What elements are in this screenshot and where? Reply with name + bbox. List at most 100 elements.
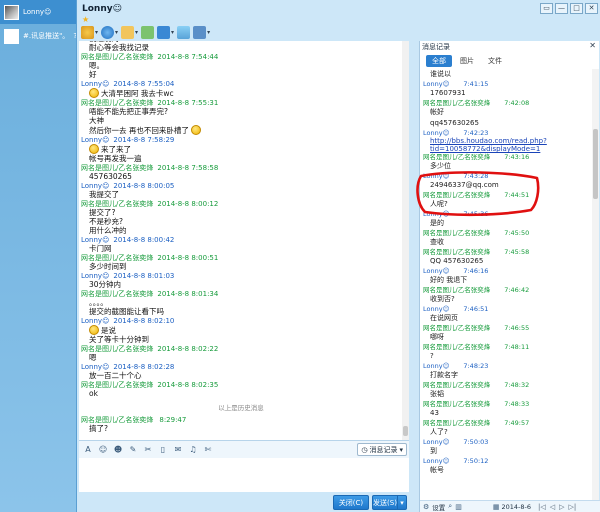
history-list[interactable]: 谁说以 Lonny☺ 7:41:15 17607931 网名是图儿/乙名张奕烽 7:42:…	[420, 69, 592, 500]
message-time: 7:45:50	[504, 229, 530, 237]
prev-page-button[interactable]: ◁	[550, 503, 555, 511]
more-button[interactable]: ▾	[193, 26, 210, 40]
search-icon[interactable]: ⌕	[448, 502, 452, 511]
message-line: 来了来了	[81, 144, 401, 154]
message-line: 是说	[81, 325, 401, 335]
history-text: 帐好	[430, 108, 444, 116]
message-text: 不是秒充?	[89, 217, 123, 226]
message-header: 网名是图儿/乙名张奕烽 8:29:47	[81, 416, 401, 424]
avatar	[4, 28, 19, 44]
maximize-button[interactable]: □	[570, 3, 583, 14]
photo-button[interactable]	[177, 26, 191, 40]
send-options-button[interactable]: ▾	[397, 495, 407, 510]
scroll-thumb[interactable]	[403, 426, 408, 436]
tab-files[interactable]: 文件	[482, 55, 508, 67]
message-text: 用什么冲的	[89, 226, 127, 235]
voice-call-button[interactable]: ▾	[81, 26, 98, 40]
last-page-button[interactable]: ▷|	[569, 503, 577, 511]
smiley-icon	[89, 325, 99, 335]
window-title: Lonny☺	[82, 4, 122, 14]
history-text: 多少位	[430, 162, 451, 170]
message-text: 好	[89, 70, 97, 79]
restore-button[interactable]: ▭	[540, 3, 553, 14]
message-line: 耐心等会我找记录	[81, 43, 401, 52]
message-header: 网名是图儿/乙名张奕烽 2014-8-8 7:54:44	[81, 53, 401, 61]
message-area[interactable]: 我越发的耐心等会我找记录网名是图儿/乙名张奕烽2014-8-8 7:54:44嗯…	[79, 41, 409, 440]
app-icon	[141, 26, 155, 39]
close-chat-button[interactable]: 关闭(C)	[333, 495, 369, 510]
message-header: 网名是图儿/乙名张奕烽 2014-8-8 7:58:58	[81, 164, 401, 172]
chat-message: 网名是图儿/乙名张奕烽 2014-8-8 8:02:22 嗯	[81, 345, 401, 362]
history-header: 网名是图儿/乙名张奕烽 7:48:11	[420, 343, 592, 351]
message-text: 放一百二十个心	[89, 371, 142, 380]
settings-label[interactable]: 设置	[432, 502, 445, 512]
pager: |◁ ◁ ▷ ▷|	[538, 503, 576, 511]
message-line: 我提交了	[81, 190, 401, 199]
mic-icon	[81, 26, 94, 39]
next-page-button[interactable]: ▷	[559, 503, 564, 511]
message-header: 网名是图儿/乙名张奕烽 2014-8-8 8:00:51	[81, 254, 401, 262]
sender-name: 网名是图儿/乙名张奕烽	[81, 99, 154, 107]
scroll-thumb[interactable]	[593, 129, 598, 199]
app-button[interactable]	[141, 26, 155, 40]
chat-message: 我越发的耐心等会我找记录	[81, 41, 401, 52]
message-text: 耐心等会我找记录	[89, 43, 149, 52]
delete-icon[interactable]: ▥	[455, 503, 462, 511]
music-icon[interactable]: ♫	[188, 445, 198, 455]
message-line: 嗯。	[81, 61, 401, 70]
wink-icon[interactable]: ☻	[113, 445, 123, 455]
emoji-icon[interactable]: ☺	[98, 445, 108, 455]
chat-scrollbar[interactable]	[402, 41, 409, 440]
sender-name: 网名是图儿/乙名张奕烽	[423, 419, 491, 427]
bottom-bar: 关闭(C) 发送(S) ▾	[79, 492, 409, 512]
sender-name: Lonny☺	[81, 363, 110, 371]
file-transfer-button[interactable]: ▾	[121, 26, 138, 40]
message-header: Lonny☺ 2014-8-8 7:55:04	[81, 80, 401, 88]
message-input[interactable]	[79, 458, 409, 492]
history-scrollbar[interactable]	[592, 69, 599, 500]
contact-item-push[interactable]: #.讯息推送"。 ?	[0, 24, 76, 48]
folder-icon	[121, 26, 135, 39]
sender-name: 网名是图儿/乙名张奕烽	[423, 99, 491, 107]
history-text: 查收	[430, 238, 444, 246]
sender-name: Lonny☺	[81, 236, 110, 244]
tab-images[interactable]: 图片	[454, 55, 480, 67]
history-header: 网名是图儿/乙名张奕烽 7:48:32	[420, 381, 592, 389]
sender-name: 网名是图儿/乙名张奕烽	[423, 248, 491, 256]
voice-icon[interactable]: ▯	[158, 445, 168, 455]
close-button[interactable]: ✕	[585, 3, 598, 14]
message-time: 2014-8-8 8:00:05	[113, 182, 175, 190]
tab-all[interactable]: 全部	[426, 55, 452, 67]
screen-share-button[interactable]: ▾	[157, 26, 174, 40]
message-text: 卡门网	[89, 244, 112, 253]
first-page-button[interactable]: |◁	[538, 503, 546, 511]
history-header: 网名是图儿/乙名张奕烽 7:45:58	[420, 248, 592, 256]
edit-icon[interactable]: ✎	[128, 445, 138, 455]
sender-name: Lonny☺	[423, 80, 450, 88]
gear-icon[interactable]: ⚙	[423, 503, 429, 511]
message-text: 嗯。	[89, 61, 104, 70]
image-icon[interactable]: ✉	[173, 445, 183, 455]
contact-item-lonny[interactable]: Lonny☺	[0, 0, 76, 24]
font-icon[interactable]: A	[83, 445, 93, 455]
minimize-button[interactable]: —	[555, 3, 568, 14]
chat-message: 网名是图儿/乙名张奕烽 8:29:47 搞了?	[81, 416, 401, 433]
history-button[interactable]: ◷ 消息记录 ▾	[357, 443, 407, 456]
video-call-button[interactable]: ▾	[101, 26, 118, 40]
message-time: 2014-8-8 8:00:12	[157, 200, 219, 208]
scissors-icon[interactable]: ✂	[143, 445, 153, 455]
grid-icon	[193, 26, 207, 39]
chat-toolbar: ▾ ▾ ▾ ▾ ▾	[79, 24, 409, 41]
close-icon[interactable]: ✕	[589, 41, 596, 50]
message-line: 关了等卡十分钟到	[81, 335, 401, 344]
tools-icon[interactable]: ✄	[203, 445, 213, 455]
message-time: 2014-8-8 8:00:42	[113, 236, 175, 244]
sender-name: 网名是图儿/乙名张奕烽	[423, 229, 491, 237]
window-controls: ▭ — □ ✕	[540, 3, 598, 14]
send-button[interactable]: 发送(S)	[372, 495, 397, 510]
sender-name: 网名是图儿/乙名张奕烽	[81, 254, 154, 262]
message-time: 7:41:15	[463, 80, 489, 88]
chat-message: 网名是图儿/乙名张奕烽 2014-8-8 8:01:34。。。。 提交的截图能让看下…	[81, 290, 401, 316]
history-link[interactable]: http://bbs.houdao.com/read.php?tid=10058…	[420, 137, 592, 153]
date-picker[interactable]: ▦ 2014-8-6	[493, 503, 531, 511]
